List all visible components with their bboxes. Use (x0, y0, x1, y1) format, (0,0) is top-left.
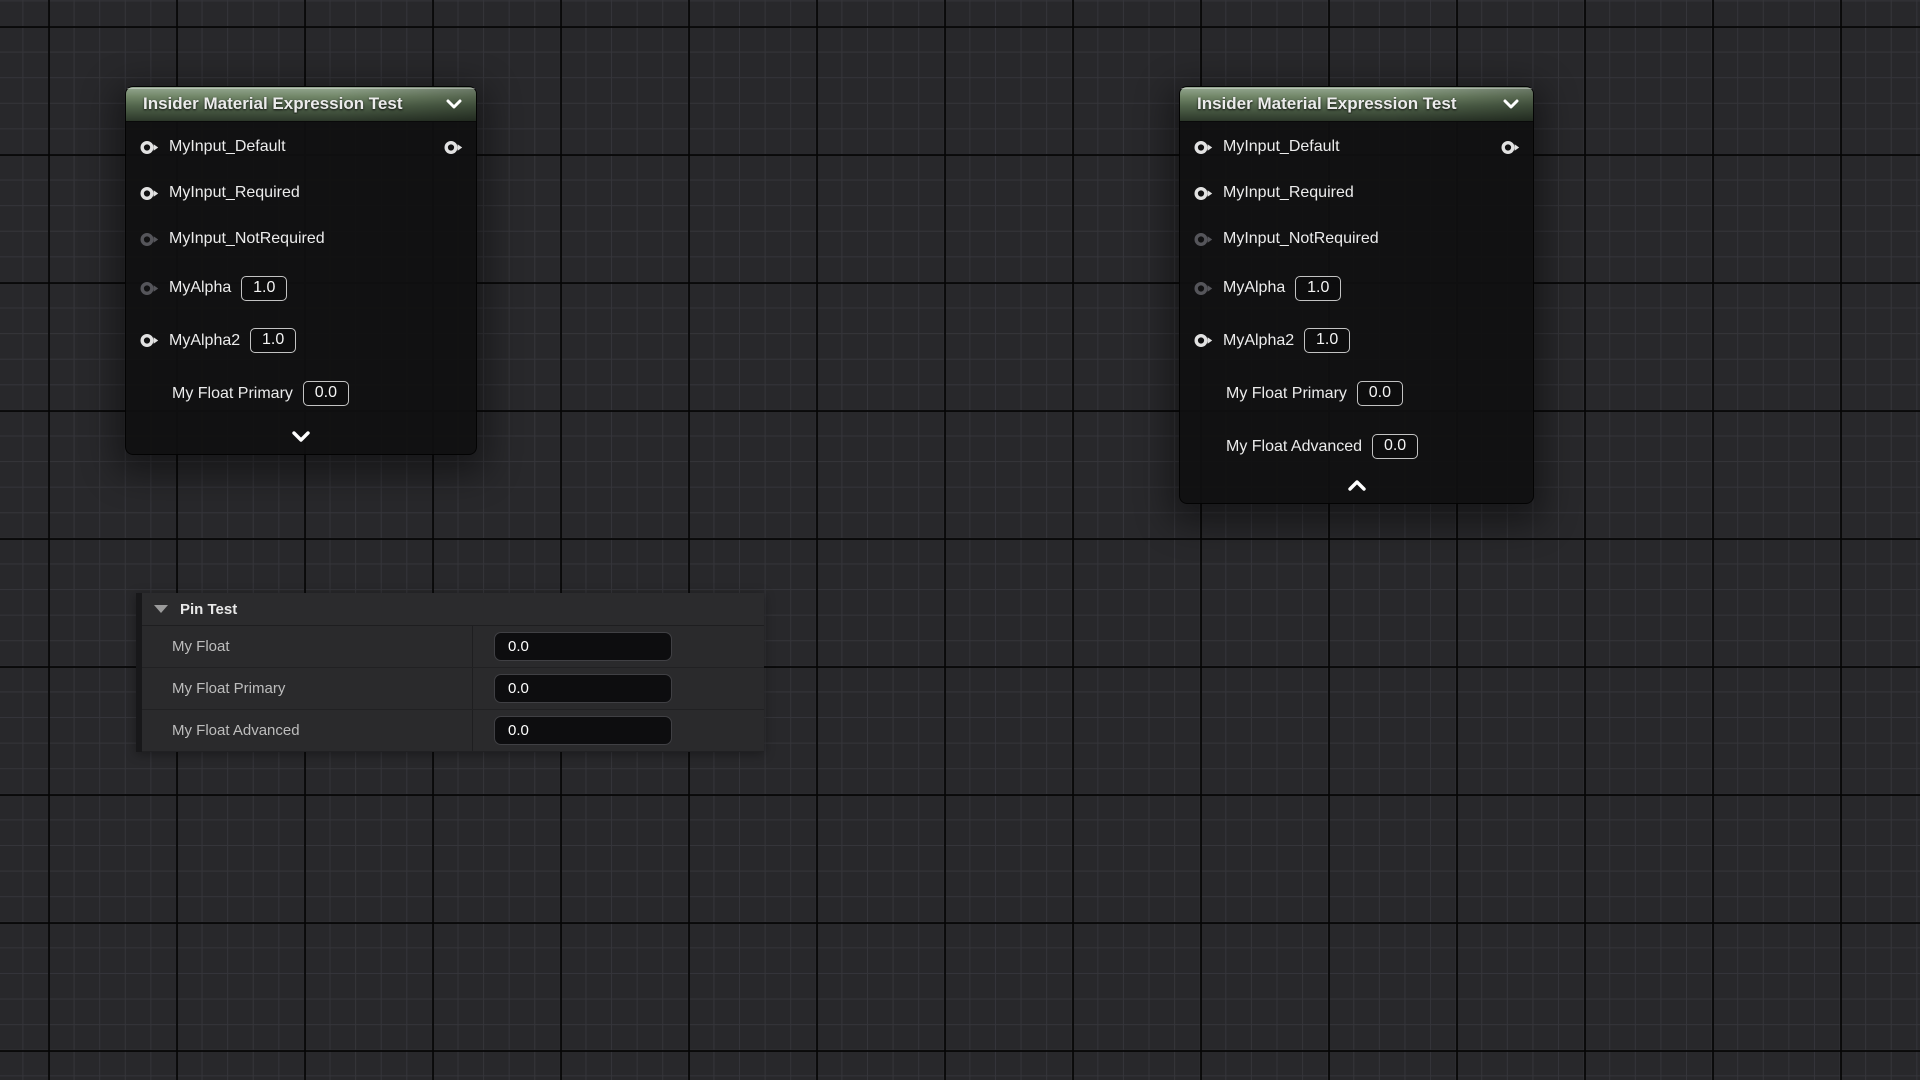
input-pin-icon[interactable] (140, 232, 160, 247)
pin-label: MyInput_Required (1223, 184, 1354, 202)
pin-row: My Float Primary 0.0 (1180, 367, 1533, 420)
node-header[interactable]: Insider Material Expression Test (1180, 87, 1533, 122)
pin-row: My Float Advanced 0.0 (1180, 420, 1533, 473)
property-rows: My Float0.0My Float Primary0.0My Float A… (142, 626, 764, 752)
pin-row: MyAlpha2 1.0 (126, 314, 476, 367)
input-pin-icon[interactable] (1194, 281, 1214, 296)
node-header[interactable]: Insider Material Expression Test (126, 87, 476, 122)
input-pin-icon[interactable] (140, 333, 160, 348)
pin-label: MyInput_Default (1223, 138, 1340, 156)
pin-label: My Float Advanced (1226, 438, 1362, 456)
pin-label: MyAlpha (169, 279, 231, 297)
pin-row: My Float Primary 0.0 (126, 367, 476, 420)
pin-default-value-input[interactable]: 1.0 (1304, 328, 1350, 353)
pin-default-value-input[interactable]: 1.0 (1295, 276, 1341, 301)
pin-label: My Float Primary (1226, 385, 1347, 403)
node-pin-list: MyInput_Default MyInput_Required MyInput_N… (1180, 122, 1533, 474)
category-header[interactable]: Pin Test (142, 593, 764, 626)
property-row: My Float 0.0 (142, 626, 764, 668)
pin-default-value-input[interactable]: 0.0 (303, 381, 349, 406)
pin-label: MyAlpha2 (1223, 332, 1294, 350)
pin-default-value-input[interactable]: 0.0 (1357, 381, 1403, 406)
pin-label: MyInput_NotRequired (169, 230, 325, 248)
property-label: My Float Advanced (142, 710, 473, 751)
output-pin-icon[interactable] (444, 140, 464, 155)
input-pin-icon[interactable] (1194, 333, 1214, 348)
pin-default-value-input[interactable]: 1.0 (250, 328, 296, 353)
property-value-input[interactable]: 0.0 (494, 674, 672, 703)
chevron-down-icon[interactable] (446, 99, 462, 109)
pin-label: MyInput_Default (169, 138, 286, 156)
pin-row: MyInput_NotRequired (126, 216, 476, 262)
pin-row: MyInput_Default (126, 124, 476, 170)
input-pin-icon[interactable] (140, 186, 160, 201)
property-label: My Float (142, 626, 473, 667)
pin-row: MyInput_Default (1180, 124, 1533, 170)
input-pin-icon[interactable] (1194, 140, 1214, 155)
pin-row: MyAlpha2 1.0 (1180, 314, 1533, 367)
pin-row: MyInput_Required (1180, 170, 1533, 216)
graph-canvas[interactable]: Insider Material Expression Test MyInput… (0, 0, 1920, 1080)
pin-label: MyAlpha2 (169, 332, 240, 350)
node-title: Insider Material Expression Test (126, 94, 446, 114)
pin-label: My Float Primary (172, 385, 293, 403)
pin-row: MyAlpha 1.0 (126, 262, 476, 314)
input-pin-icon[interactable] (140, 281, 160, 296)
property-value-input[interactable]: 0.0 (494, 632, 672, 661)
input-pin-icon[interactable] (140, 140, 160, 155)
material-expression-node-left[interactable]: Insider Material Expression Test MyInput… (125, 86, 477, 455)
pin-default-value-input[interactable]: 0.0 (1372, 434, 1418, 459)
category-title: Pin Test (180, 601, 237, 618)
pin-label: MyInput_NotRequired (1223, 230, 1379, 248)
pin-row: MyInput_Required (126, 170, 476, 216)
node-pin-list: MyInput_Default MyInput_Required MyInput_N… (126, 122, 476, 425)
pin-label: MyAlpha (1223, 279, 1285, 297)
property-row: My Float Advanced 0.0 (142, 710, 764, 752)
pin-row: MyAlpha 1.0 (1180, 262, 1533, 314)
pin-label: MyInput_Required (169, 184, 300, 202)
pin-row: MyInput_NotRequired (1180, 216, 1533, 262)
input-pin-icon[interactable] (1194, 186, 1214, 201)
pin-default-value-input[interactable]: 1.0 (241, 276, 287, 301)
chevron-down-icon[interactable] (1503, 99, 1519, 109)
output-pin-icon[interactable] (1501, 140, 1521, 155)
property-label: My Float Primary (142, 668, 473, 709)
pin-test-details-panel: Pin Test My Float0.0My Float Primary0.0M… (136, 593, 764, 752)
material-expression-node-right[interactable]: Insider Material Expression Test MyInput… (1179, 86, 1534, 504)
chevron-up-icon[interactable] (1180, 474, 1533, 503)
triangle-down-icon[interactable] (154, 605, 168, 613)
chevron-down-icon[interactable] (126, 425, 476, 454)
input-pin-icon[interactable] (1194, 232, 1214, 247)
property-value-input[interactable]: 0.0 (494, 716, 672, 745)
node-title: Insider Material Expression Test (1180, 94, 1503, 114)
property-row: My Float Primary 0.0 (142, 668, 764, 710)
